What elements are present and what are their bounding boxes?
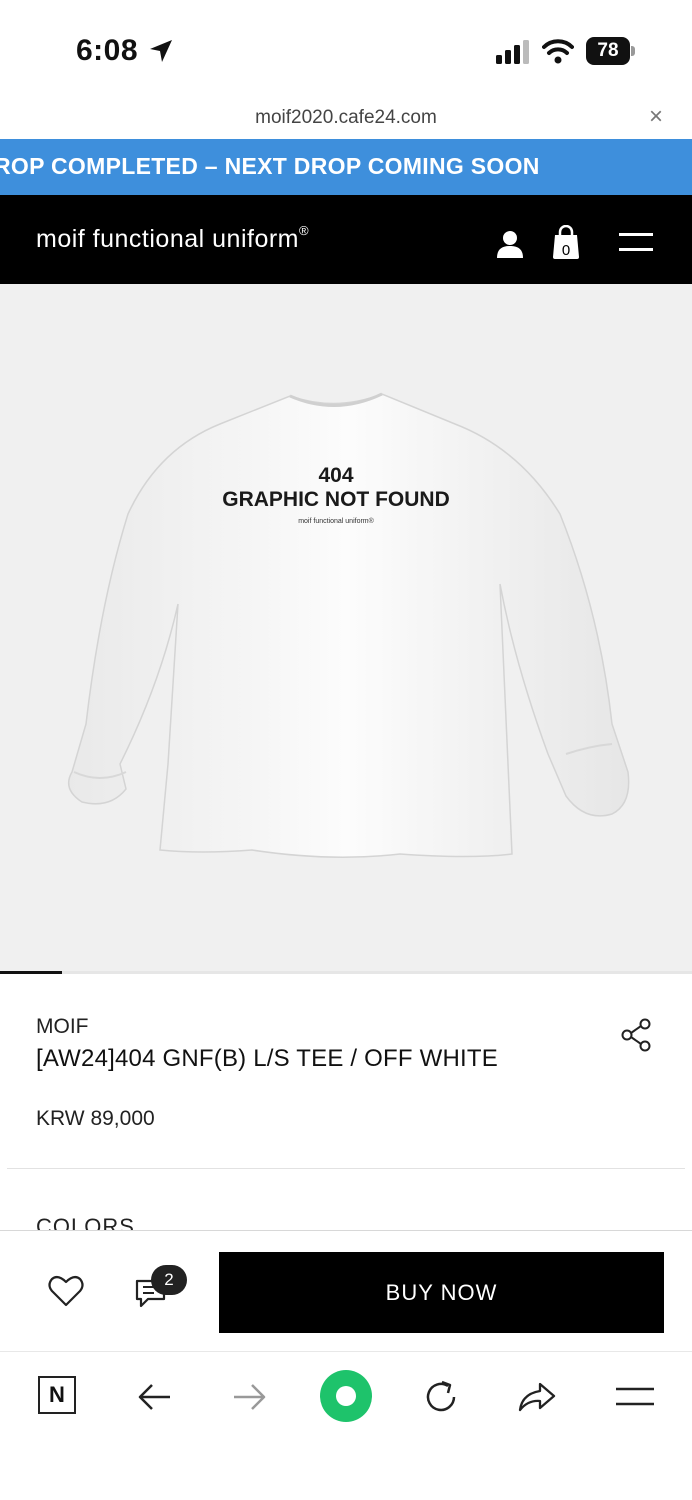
site-logo[interactable]: moif functional uniform® xyxy=(36,223,310,254)
colors-label: COLORS xyxy=(36,1214,135,1230)
print-line-2: GRAPHIC NOT FOUND xyxy=(222,488,450,511)
location-arrow-icon xyxy=(150,40,172,62)
green-dot-button[interactable] xyxy=(320,1370,372,1422)
url-text[interactable]: moif2020.cafe24.com xyxy=(0,107,692,129)
buy-now-button[interactable]: BUY NOW xyxy=(219,1252,664,1333)
product-price: KRW 89,000 xyxy=(36,1107,155,1130)
print-line-3: moif functional uniform® xyxy=(298,517,374,525)
product-name: [AW24]404 GNF(B) L/S TEE / OFF WHITE xyxy=(36,1045,498,1072)
cart-count: 0 xyxy=(562,242,570,259)
forward-arrow-icon[interactable] xyxy=(226,1374,272,1420)
battery-level: 78 xyxy=(586,37,630,65)
account-icon[interactable] xyxy=(496,230,524,258)
cart-icon[interactable]: 0 xyxy=(552,225,580,259)
drop-banner-text: ROP COMPLETED – NEXT DROP COMING SOON xyxy=(0,153,540,179)
product-image[interactable]: 404 GRAPHIC NOT FOUND moif functional un… xyxy=(0,284,692,974)
action-bar: 2 BUY NOW xyxy=(0,1230,692,1352)
divider xyxy=(7,1168,685,1169)
print-line-1: 404 xyxy=(318,464,353,487)
status-bar: 6:08 78 xyxy=(0,0,692,100)
menu-icon[interactable] xyxy=(619,231,653,253)
tshirt-image: 404 GRAPHIC NOT FOUND moif functional un… xyxy=(67,392,630,858)
wifi-icon xyxy=(542,39,574,64)
url-bar[interactable]: moif2020.cafe24.com × xyxy=(0,100,692,138)
back-arrow-icon[interactable] xyxy=(132,1374,178,1420)
battery-tip xyxy=(631,46,635,56)
gallery-progress-fill xyxy=(0,971,63,974)
cellular-signal-icon xyxy=(496,40,529,64)
reload-icon[interactable] xyxy=(418,1374,464,1420)
logo-text: moif functional uniform xyxy=(36,225,300,253)
drop-banner[interactable]: ROP COMPLETED – NEXT DROP COMING SOON xyxy=(0,139,692,195)
review-count-badge: 2 xyxy=(151,1265,187,1295)
product-brand: MOIF xyxy=(36,1015,89,1038)
gallery-progress-track xyxy=(0,971,692,974)
naver-home-button[interactable]: N xyxy=(38,1376,76,1414)
close-icon[interactable]: × xyxy=(644,105,668,130)
hamburger-menu-icon[interactable] xyxy=(612,1374,658,1420)
logo-registered-mark: ® xyxy=(299,223,310,238)
status-time: 6:08 xyxy=(76,34,139,67)
battery-icon: 78 xyxy=(586,37,636,65)
share-icon[interactable] xyxy=(620,1018,652,1052)
share-arrow-icon[interactable] xyxy=(514,1374,560,1420)
browser-toolbar: N xyxy=(0,1352,692,1500)
heart-icon[interactable] xyxy=(48,1275,84,1307)
site-header: moif functional uniform® 0 xyxy=(0,195,692,284)
green-dot-icon xyxy=(336,1386,356,1406)
